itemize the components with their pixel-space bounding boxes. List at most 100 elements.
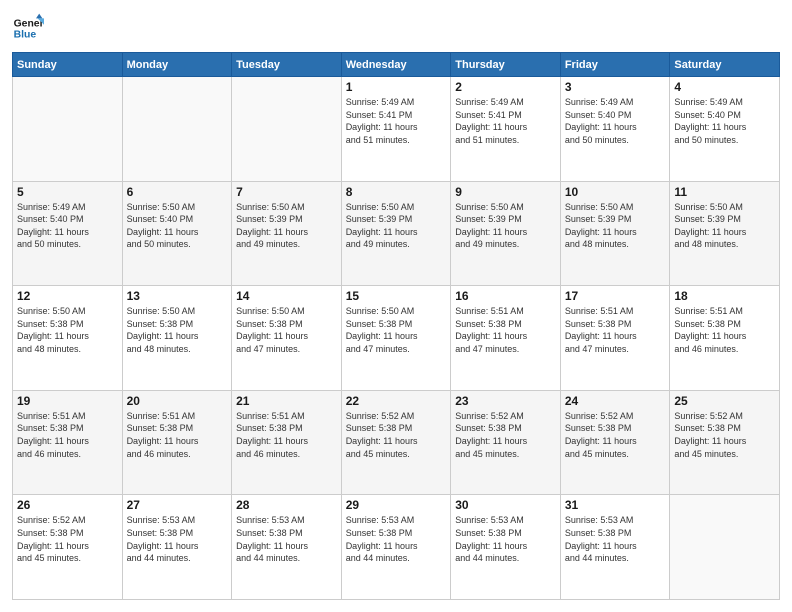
calendar-cell <box>670 495 780 600</box>
week-row-5: 26Sunrise: 5:52 AM Sunset: 5:38 PM Dayli… <box>13 495 780 600</box>
day-info: Sunrise: 5:51 AM Sunset: 5:38 PM Dayligh… <box>455 305 556 355</box>
day-info: Sunrise: 5:51 AM Sunset: 5:38 PM Dayligh… <box>236 410 337 460</box>
calendar-cell: 8 Sunrise: 5:50 AM Sunset: 5:39 PM Daylig… <box>341 181 451 286</box>
calendar-cell: 10Sunrise: 5:50 AM Sunset: 5:39 PM Dayli… <box>560 181 670 286</box>
day-number: 16 <box>455 289 556 303</box>
weekday-header-friday: Friday <box>560 53 670 77</box>
calendar-cell: 1 Sunrise: 5:49 AM Sunset: 5:41 PM Daylig… <box>341 77 451 182</box>
day-info: Sunrise: 5:50 AM Sunset: 5:38 PM Dayligh… <box>236 305 337 355</box>
day-info: Sunrise: 5:50 AM Sunset: 5:38 PM Dayligh… <box>17 305 118 355</box>
calendar-cell: 2Sunrise: 5:49 AM Sunset: 5:41 PM Daylig… <box>451 77 561 182</box>
day-number: 15 <box>346 289 447 303</box>
day-number: 21 <box>236 394 337 408</box>
day-number: 12 <box>17 289 118 303</box>
logo-icon: General Blue <box>12 12 44 44</box>
day-info: Sunrise: 5:53 AM Sunset: 5:38 PM Dayligh… <box>565 514 666 564</box>
day-info: Sunrise: 5:50 AM Sunset: 5:40 PM Dayligh… <box>127 201 228 251</box>
calendar-cell: 25Sunrise: 5:52 AM Sunset: 5:38 PM Dayli… <box>670 390 780 495</box>
calendar-cell: 7 Sunrise: 5:50 AM Sunset: 5:39 PM Daylig… <box>232 181 342 286</box>
day-info: Sunrise: 5:50 AM Sunset: 5:38 PM Dayligh… <box>346 305 447 355</box>
week-row-4: 19 Sunrise: 5:51 AM Sunset: 5:38 PM Dayli… <box>13 390 780 495</box>
day-info: Sunrise: 5:50 AM Sunset: 5:39 PM Dayligh… <box>455 201 556 251</box>
calendar-cell: 20 Sunrise: 5:51 AM Sunset: 5:38 PM Dayli… <box>122 390 232 495</box>
weekday-header-thursday: Thursday <box>451 53 561 77</box>
week-row-1: 1 Sunrise: 5:49 AM Sunset: 5:41 PM Daylig… <box>13 77 780 182</box>
day-info: Sunrise: 5:50 AM Sunset: 5:39 PM Dayligh… <box>236 201 337 251</box>
calendar-cell: 14 Sunrise: 5:50 AM Sunset: 5:38 PM Dayli… <box>232 286 342 391</box>
page: General Blue SundayMondayTuesdayWednesda… <box>0 0 792 612</box>
calendar-cell: 26Sunrise: 5:52 AM Sunset: 5:38 PM Dayli… <box>13 495 123 600</box>
day-info: Sunrise: 5:53 AM Sunset: 5:38 PM Dayligh… <box>455 514 556 564</box>
day-number: 6 <box>127 185 228 199</box>
day-number: 13 <box>127 289 228 303</box>
day-number: 2 <box>455 80 556 94</box>
calendar-cell: 23 Sunrise: 5:52 AM Sunset: 5:38 PM Dayli… <box>451 390 561 495</box>
day-number: 8 <box>346 185 447 199</box>
calendar-cell: 21 Sunrise: 5:51 AM Sunset: 5:38 PM Dayli… <box>232 390 342 495</box>
svg-text:Blue: Blue <box>14 30 37 41</box>
day-info: Sunrise: 5:53 AM Sunset: 5:38 PM Dayligh… <box>127 514 228 564</box>
day-number: 1 <box>346 80 447 94</box>
day-number: 27 <box>127 498 228 512</box>
calendar-cell: 11Sunrise: 5:50 AM Sunset: 5:39 PM Dayli… <box>670 181 780 286</box>
calendar-cell: 4Sunrise: 5:49 AM Sunset: 5:40 PM Daylig… <box>670 77 780 182</box>
day-number: 7 <box>236 185 337 199</box>
day-number: 28 <box>236 498 337 512</box>
day-number: 9 <box>455 185 556 199</box>
weekday-header-monday: Monday <box>122 53 232 77</box>
week-row-2: 5 Sunrise: 5:49 AM Sunset: 5:40 PM Daylig… <box>13 181 780 286</box>
day-number: 31 <box>565 498 666 512</box>
day-info: Sunrise: 5:51 AM Sunset: 5:38 PM Dayligh… <box>17 410 118 460</box>
day-info: Sunrise: 5:49 AM Sunset: 5:40 PM Dayligh… <box>17 201 118 251</box>
calendar-cell: 19 Sunrise: 5:51 AM Sunset: 5:38 PM Dayli… <box>13 390 123 495</box>
calendar-cell: 16 Sunrise: 5:51 AM Sunset: 5:38 PM Dayli… <box>451 286 561 391</box>
day-number: 29 <box>346 498 447 512</box>
calendar-cell: 15 Sunrise: 5:50 AM Sunset: 5:38 PM Dayli… <box>341 286 451 391</box>
day-number: 20 <box>127 394 228 408</box>
day-number: 18 <box>674 289 775 303</box>
day-info: Sunrise: 5:52 AM Sunset: 5:38 PM Dayligh… <box>346 410 447 460</box>
day-number: 22 <box>346 394 447 408</box>
calendar-cell: 18Sunrise: 5:51 AM Sunset: 5:38 PM Dayli… <box>670 286 780 391</box>
weekday-header-sunday: Sunday <box>13 53 123 77</box>
calendar-cell: 27 Sunrise: 5:53 AM Sunset: 5:38 PM Dayli… <box>122 495 232 600</box>
day-info: Sunrise: 5:52 AM Sunset: 5:38 PM Dayligh… <box>455 410 556 460</box>
day-info: Sunrise: 5:51 AM Sunset: 5:38 PM Dayligh… <box>565 305 666 355</box>
weekday-header-row: SundayMondayTuesdayWednesdayThursdayFrid… <box>13 53 780 77</box>
calendar-cell: 29 Sunrise: 5:53 AM Sunset: 5:38 PM Dayli… <box>341 495 451 600</box>
calendar-cell: 9 Sunrise: 5:50 AM Sunset: 5:39 PM Daylig… <box>451 181 561 286</box>
day-number: 23 <box>455 394 556 408</box>
calendar-cell: 17Sunrise: 5:51 AM Sunset: 5:38 PM Dayli… <box>560 286 670 391</box>
day-number: 5 <box>17 185 118 199</box>
day-number: 24 <box>565 394 666 408</box>
day-info: Sunrise: 5:49 AM Sunset: 5:40 PM Dayligh… <box>565 96 666 146</box>
weekday-header-saturday: Saturday <box>670 53 780 77</box>
day-info: Sunrise: 5:50 AM Sunset: 5:39 PM Dayligh… <box>346 201 447 251</box>
day-info: Sunrise: 5:53 AM Sunset: 5:38 PM Dayligh… <box>346 514 447 564</box>
day-info: Sunrise: 5:53 AM Sunset: 5:38 PM Dayligh… <box>236 514 337 564</box>
day-number: 14 <box>236 289 337 303</box>
calendar-cell: 24 Sunrise: 5:52 AM Sunset: 5:38 PM Dayli… <box>560 390 670 495</box>
day-number: 3 <box>565 80 666 94</box>
calendar-cell: 6 Sunrise: 5:50 AM Sunset: 5:40 PM Daylig… <box>122 181 232 286</box>
day-info: Sunrise: 5:49 AM Sunset: 5:41 PM Dayligh… <box>346 96 447 146</box>
day-info: Sunrise: 5:51 AM Sunset: 5:38 PM Dayligh… <box>127 410 228 460</box>
day-info: Sunrise: 5:52 AM Sunset: 5:38 PM Dayligh… <box>565 410 666 460</box>
weekday-header-tuesday: Tuesday <box>232 53 342 77</box>
calendar-cell: 5 Sunrise: 5:49 AM Sunset: 5:40 PM Daylig… <box>13 181 123 286</box>
calendar-cell: 31 Sunrise: 5:53 AM Sunset: 5:38 PM Dayli… <box>560 495 670 600</box>
day-info: Sunrise: 5:49 AM Sunset: 5:40 PM Dayligh… <box>674 96 775 146</box>
calendar-cell: 22 Sunrise: 5:52 AM Sunset: 5:38 PM Dayli… <box>341 390 451 495</box>
day-number: 25 <box>674 394 775 408</box>
day-number: 26 <box>17 498 118 512</box>
day-number: 19 <box>17 394 118 408</box>
day-number: 30 <box>455 498 556 512</box>
calendar-cell <box>122 77 232 182</box>
weekday-header-wednesday: Wednesday <box>341 53 451 77</box>
calendar-cell: 3 Sunrise: 5:49 AM Sunset: 5:40 PM Daylig… <box>560 77 670 182</box>
logo: General Blue <box>12 12 44 44</box>
day-info: Sunrise: 5:50 AM Sunset: 5:39 PM Dayligh… <box>674 201 775 251</box>
calendar-cell: 28 Sunrise: 5:53 AM Sunset: 5:38 PM Dayli… <box>232 495 342 600</box>
week-row-3: 12 Sunrise: 5:50 AM Sunset: 5:38 PM Dayli… <box>13 286 780 391</box>
calendar-cell: 30 Sunrise: 5:53 AM Sunset: 5:38 PM Dayli… <box>451 495 561 600</box>
